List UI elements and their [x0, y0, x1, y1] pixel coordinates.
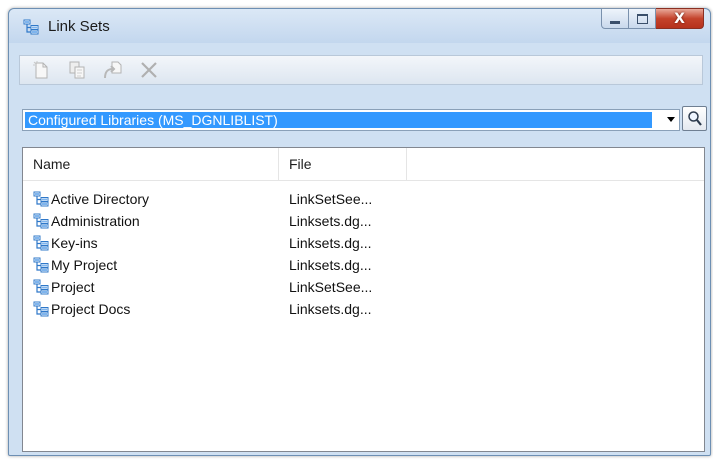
search-icon — [687, 110, 702, 126]
item-file: LinkSetSee... — [289, 279, 373, 295]
list-item[interactable]: Project LinkSetSee... — [23, 276, 704, 298]
toolbar — [19, 55, 703, 85]
minimize-icon — [610, 20, 620, 24]
column-header-name[interactable]: Name — [23, 148, 279, 180]
new-link-set-button[interactable] — [30, 59, 52, 81]
item-file: Linksets.dg... — [289, 257, 372, 273]
window-title: Link Sets — [48, 18, 110, 35]
link-set-icon — [33, 235, 49, 251]
new-document-icon — [33, 61, 48, 79]
list-item[interactable]: Key-ins Linksets.dg... — [23, 232, 704, 254]
item-file: Linksets.dg... — [289, 235, 372, 251]
link-sets-list: Name File Active Directory LinkSetSee...… — [22, 147, 705, 452]
link-set-icon — [33, 257, 49, 273]
window-controls: X — [601, 8, 704, 30]
list-item[interactable]: Administration Linksets.dg... — [23, 210, 704, 232]
link-set-icon — [23, 19, 39, 35]
paste-link-icon — [104, 61, 122, 79]
library-dropdown-value: Configured Libraries (MS_DGNLIBLIST) — [25, 112, 652, 128]
link-set-icon — [33, 279, 49, 295]
delete-x-icon — [141, 62, 157, 78]
item-name: Active Directory — [51, 191, 150, 207]
list-item[interactable]: My Project Linksets.dg... — [23, 254, 704, 276]
copy-button[interactable] — [66, 59, 88, 81]
delete-button[interactable] — [138, 59, 160, 81]
maximize-button[interactable] — [629, 8, 656, 29]
link-set-icon — [33, 213, 49, 229]
search-button[interactable] — [682, 106, 707, 131]
close-icon: X — [674, 10, 685, 27]
chevron-down-icon[interactable] — [667, 117, 675, 122]
item-file: Linksets.dg... — [289, 301, 372, 317]
list-item[interactable]: Project Docs Linksets.dg... — [23, 298, 704, 320]
library-dropdown[interactable]: Configured Libraries (MS_DGNLIBLIST) — [22, 109, 680, 131]
list-rows: Active Directory LinkSetSee... Administr… — [23, 188, 704, 320]
item-name: Administration — [51, 213, 140, 229]
minimize-button[interactable] — [601, 8, 629, 29]
paste-link-button[interactable] — [102, 59, 124, 81]
list-item[interactable]: Active Directory LinkSetSee... — [23, 188, 704, 210]
item-file: LinkSetSee... — [289, 191, 373, 207]
column-header-file[interactable]: File — [279, 148, 407, 180]
link-sets-window: Link Sets X Configured Libraries (MS_DGN… — [8, 8, 711, 456]
item-name: Project — [51, 279, 95, 295]
list-header: Name File — [23, 148, 704, 181]
title-bar[interactable]: Link Sets X — [9, 8, 710, 43]
close-button[interactable]: X — [656, 8, 704, 29]
link-set-icon — [33, 191, 49, 207]
maximize-icon — [636, 13, 648, 24]
item-name: My Project — [51, 257, 118, 273]
item-file: Linksets.dg... — [289, 213, 372, 229]
item-name: Key-ins — [51, 235, 98, 251]
link-set-icon — [33, 301, 49, 317]
copy-icon — [69, 61, 85, 79]
item-name: Project Docs — [51, 301, 131, 317]
